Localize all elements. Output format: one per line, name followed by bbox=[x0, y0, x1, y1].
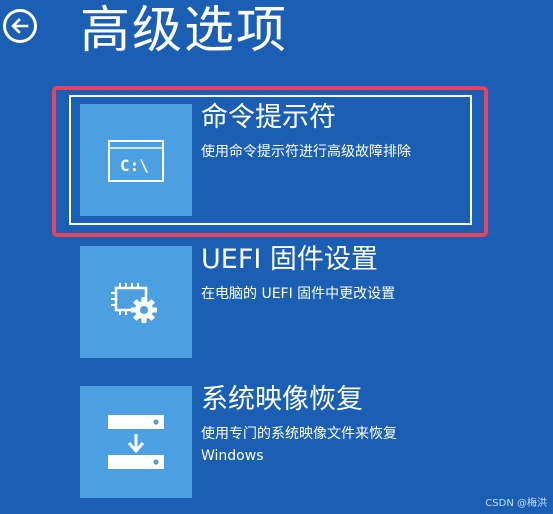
uefi-tile bbox=[80, 246, 192, 358]
option-uefi-firmware-settings[interactable]: UEFI 固件设置 在电脑的 UEFI 固件中更改设置 bbox=[80, 244, 470, 358]
system-image-restore-icon bbox=[108, 415, 164, 469]
option-title: UEFI 固件设置 bbox=[201, 244, 378, 275]
option-description: 在电脑的 UEFI 固件中更改设置 bbox=[201, 286, 396, 302]
option-description: 使用命令提示符进行高级故障排除 bbox=[201, 144, 411, 160]
firmware-settings-icon bbox=[111, 283, 157, 323]
option-title: 命令提示符 bbox=[201, 102, 336, 133]
command-prompt-tile: C:\ bbox=[80, 104, 192, 216]
option-command-prompt[interactable]: C:\ 命令提示符 使用命令提示符进行高级故障排除 bbox=[80, 102, 470, 216]
option-system-image-recovery[interactable]: 系统映像恢复 使用专门的系统映像文件来恢复 Windows bbox=[80, 384, 470, 498]
back-button[interactable] bbox=[3, 9, 37, 43]
back-arrow-icon bbox=[11, 18, 29, 34]
option-description: 使用专门的系统映像文件来恢复 Windows bbox=[201, 426, 397, 464]
option-title: 系统映像恢复 bbox=[201, 384, 363, 415]
watermark: CSDN @梅洪 bbox=[485, 498, 547, 509]
command-prompt-icon: C:\ bbox=[108, 140, 164, 182]
svg-text:C:\: C:\ bbox=[120, 156, 149, 175]
system-image-tile bbox=[80, 386, 192, 498]
page-title: 高级选项 bbox=[80, 1, 288, 59]
